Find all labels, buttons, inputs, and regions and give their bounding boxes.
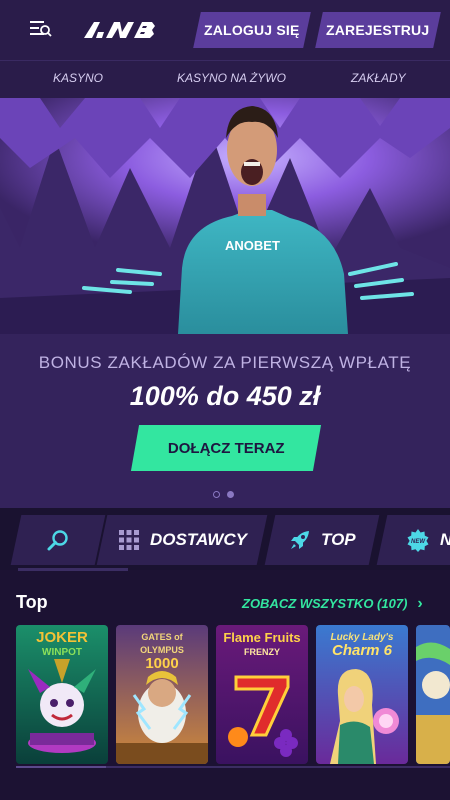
new-label: N [440,530,450,549]
search-icon [47,530,68,551]
game-tile-lucky-ladys-charm-6[interactable]: Lucky Lady's Charm 6 [316,625,408,764]
game-title: JOKER WINPOT [36,629,88,658]
game-tile-joker-winpot[interactable]: JOKER WINPOT [16,625,108,764]
section-title-top: Top [16,592,48,612]
see-all-link[interactable]: ZOBACZ WSZYSTKO (107) › [242,594,423,612]
header: ZALOGUJ SIĘ ZAREJESTRUJ [0,0,450,60]
games-carousel: JOKERWINPOT GATES of OLYMPUS1000 Flame [16,625,450,765]
grid-icon [118,530,139,550]
game-tile-flame-fruits-frenzy[interactable]: Flame Fruits FRENZY [216,625,308,764]
category-filter-bar: DOSTAWCY TOP NEW N [0,508,450,570]
new-badge-icon: NEW [407,529,429,552]
game-tile-gates-of-olympus-1000[interactable]: GATES of OLYMPUS 1000 [116,625,208,764]
menu-icon[interactable] [28,18,54,40]
carousel-dot[interactable] [213,491,220,498]
rocket-icon [290,531,309,549]
new-games-button[interactable]: NEW N [376,515,450,565]
top-label: TOP [320,530,356,549]
game-tile-partial[interactable] [416,625,450,764]
game-title: GATES of OLYMPUS 1000 [140,632,184,672]
carousel-dot-active[interactable] [227,491,234,498]
promo-player-image: ANOBET [0,98,450,334]
providers-label: DOSTAWCY [149,530,247,549]
game-title: Lucky Lady's Charm 6 [330,632,394,659]
svg-text:NEW: NEW [411,539,426,545]
nav-item-live-casino[interactable]: KASYNO NA ŻYWO [177,71,286,85]
carousel-dots [213,491,234,498]
nav-item-casino[interactable]: KASYNO [53,71,103,85]
game-title: Flame Fruits FRENZY [223,630,301,657]
search-button[interactable] [10,515,106,565]
register-button[interactable]: ZAREJESTRUJ [315,12,441,48]
login-button-label: ZALOGUJ SIĘ [204,22,300,38]
join-now-label: DOŁĄCZ TERAZ [167,439,285,457]
nav-item-sports-bets[interactable]: ZAKŁADY [351,71,406,85]
login-button[interactable]: ZALOGUJ SIĘ [193,12,311,48]
svg-text:ANOBET: ANOBET [225,238,280,253]
join-now-button[interactable]: DOŁĄCZ TERAZ [130,425,322,471]
games-scroll-indicator [16,766,450,768]
promo-title: 100% do 450 zł [129,381,321,411]
top-button[interactable]: TOP [264,515,380,565]
main-nav: KASYNO KASYNO NA ŻYWO ZAKŁADY [0,60,450,98]
promo-subtitle: BONUS ZAKŁADÓW ZA PIERWSZĄ WPŁATĘ [38,353,412,372]
promo-banner[interactable]: ANOBET BONUS ZAKŁADÓW ZA PIERWSZĄ WPŁATĘ… [0,98,450,508]
brand-logo[interactable] [84,20,156,40]
register-button-label: ZAREJESTRUJ [326,22,430,38]
providers-button[interactable]: DOSTAWCY [96,515,268,565]
see-all-label: ZOBACZ WSZYSTKO (107) [242,596,408,611]
chevron-right-icon: › [417,594,423,612]
filter-scroll-indicator [18,568,128,571]
